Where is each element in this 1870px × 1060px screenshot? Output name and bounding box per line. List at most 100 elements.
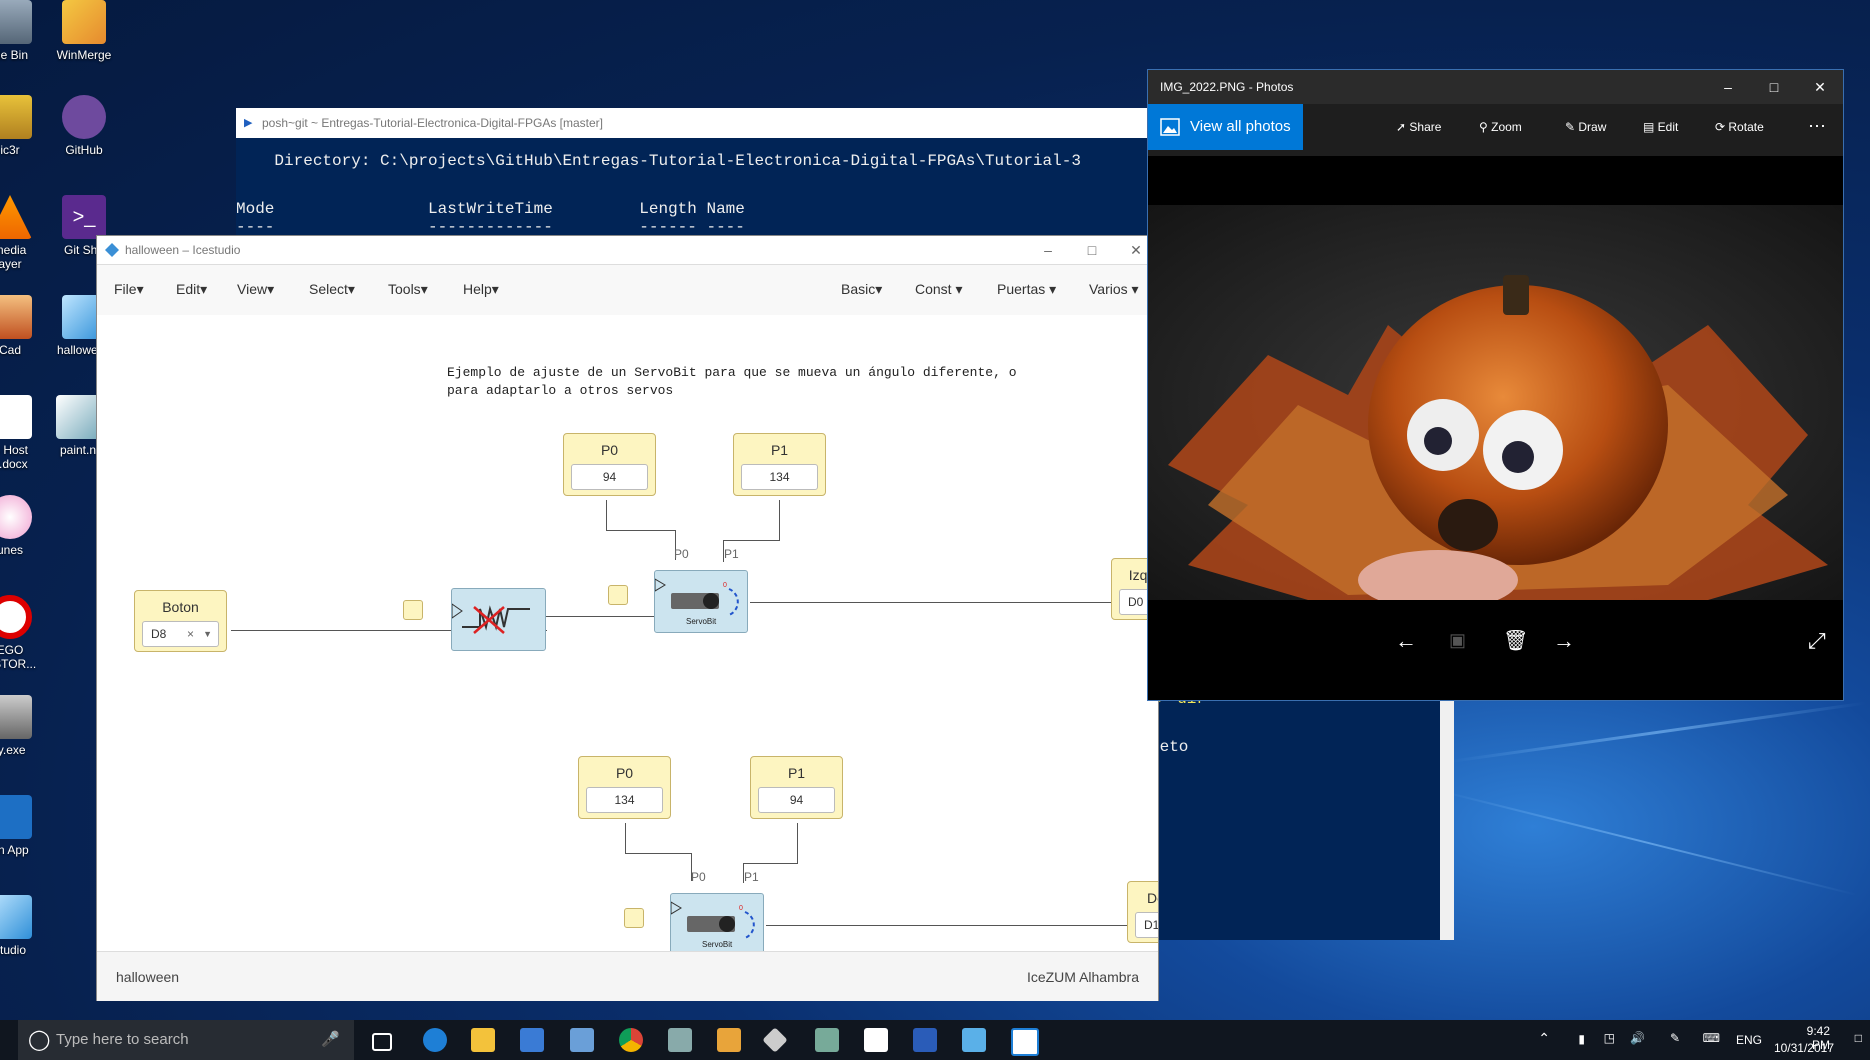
menu-const[interactable]: Const ▾ xyxy=(915,281,963,298)
winmerge-icon xyxy=(62,0,106,44)
image-viewer-icon[interactable] xyxy=(668,1028,692,1052)
mail-icon[interactable] xyxy=(864,1028,888,1052)
maximize-button[interactable]: □ xyxy=(1070,236,1114,264)
more-options-button[interactable]: ⋯ xyxy=(1808,116,1826,137)
show-hidden-icons[interactable]: ⌃ xyxy=(1538,1030,1550,1047)
desktop-icon-label: ty.exe xyxy=(0,743,26,757)
clock-date[interactable]: 10/31/2017 xyxy=(1774,1041,1834,1055)
menu-help[interactable]: Help▾ xyxy=(463,281,499,298)
file-explorer-icon[interactable] xyxy=(471,1028,495,1052)
output-block-derecho[interactable]: Derecho D1×▼ xyxy=(1127,881,1158,943)
block-value-input[interactable]: 134 xyxy=(741,464,818,490)
battery-icon[interactable]: ▮ xyxy=(1578,1032,1585,1046)
console-directory: Directory: C:\projects\GitHub\Entregas-T… xyxy=(236,152,1081,170)
photos-taskbar-icon[interactable] xyxy=(1011,1028,1039,1056)
menu-select-label: Select xyxy=(309,281,348,297)
view-all-photos-button[interactable]: View all photos xyxy=(1148,104,1303,150)
notifications-icon[interactable]: □ xyxy=(1855,1031,1862,1045)
constant-block-p1-bottom[interactable]: P1 94 xyxy=(750,756,843,819)
block-value-input[interactable]: 94 xyxy=(571,464,648,490)
menu-select[interactable]: Select▾ xyxy=(309,281,355,298)
clock-input-block[interactable] xyxy=(403,600,423,620)
constant-block-p0[interactable]: P0 94 xyxy=(563,433,656,496)
menu-file[interactable]: File▾ xyxy=(114,281,144,298)
menu-edit[interactable]: Edit▾ xyxy=(176,281,207,298)
debouncer-block[interactable] xyxy=(451,588,546,651)
menu-tools[interactable]: Tools▾ xyxy=(388,281,428,298)
language-indicator[interactable]: ENG xyxy=(1736,1033,1762,1047)
edit-button[interactable]: ▤ Edit xyxy=(1643,120,1678,134)
clock-input-block[interactable] xyxy=(608,585,628,605)
task-view-icon[interactable] xyxy=(372,1033,392,1051)
chrome-icon[interactable] xyxy=(619,1028,643,1052)
share-label: Share xyxy=(1409,120,1442,134)
next-arrow-icon[interactable]: → xyxy=(1553,628,1575,654)
desktop-icon-itunes[interactable]: unes xyxy=(0,495,60,557)
desktop-icon-icestudio[interactable]: studio xyxy=(0,895,60,957)
icestudio-taskbar-icon[interactable] xyxy=(962,1028,986,1052)
app-taskbar-icon[interactable] xyxy=(762,1027,788,1053)
desktop-icon-app[interactable]: on App xyxy=(0,795,60,857)
photos-window[interactable]: IMG_2022.PNG - Photos – □ ✕ View all pho… xyxy=(1148,70,1843,700)
block-value-input[interactable]: 94 xyxy=(758,787,835,813)
clock-input-block[interactable] xyxy=(624,908,644,928)
volume-icon[interactable]: 🔊 xyxy=(1630,1031,1645,1045)
minimize-button[interactable]: – xyxy=(1026,236,1070,264)
keyboard-icon[interactable]: ⌨ xyxy=(1703,1031,1720,1045)
photos-close-button[interactable]: ✕ xyxy=(1797,70,1843,104)
photos-minimize-button[interactable]: – xyxy=(1705,70,1751,104)
rotate-button[interactable]: ⟳ Rotate xyxy=(1715,120,1764,134)
share-button[interactable]: ➚ Share xyxy=(1396,120,1441,134)
taskbar-search-box[interactable]: ◯ Type here to search 🎤 xyxy=(18,1020,354,1060)
microphone-icon[interactable]: 🎤 xyxy=(321,1020,340,1060)
desktop-icon-lego[interactable]: EGO OSTOR... xyxy=(0,595,60,671)
store-icon[interactable] xyxy=(520,1028,544,1052)
slideshow-icon[interactable]: ▣ xyxy=(1449,630,1466,651)
icestudio-window[interactable]: halloween – Icestudio – □ ✕ File▾ Edit▾ … xyxy=(97,236,1158,1001)
photos-titlebar[interactable]: IMG_2022.PNG - Photos – □ ✕ xyxy=(1148,70,1843,104)
photos-maximize-button[interactable]: □ xyxy=(1751,70,1797,104)
previous-arrow-icon[interactable]: ← xyxy=(1395,628,1417,654)
draw-button[interactable]: ✎ Draw xyxy=(1565,120,1606,134)
wifi-icon[interactable]: ◳ xyxy=(1604,1031,1615,1045)
wire xyxy=(606,500,607,530)
pen-icon[interactable]: ✎ xyxy=(1670,1031,1680,1045)
clear-icon[interactable]: × xyxy=(187,622,194,646)
pin-select[interactable]: D1×▼ xyxy=(1135,912,1158,938)
zoom-button[interactable]: ⚲ Zoom xyxy=(1479,120,1522,134)
servo-icon: 0 ServoBit xyxy=(654,578,739,626)
menu-puertas[interactable]: Puertas ▾ xyxy=(997,281,1056,298)
desktop-icon-label: WinMerge xyxy=(56,48,112,62)
network-app-icon[interactable] xyxy=(570,1028,594,1052)
desktop-icon-github[interactable]: GitHub xyxy=(34,95,134,157)
powershell-window-lower[interactable]: > dir ieto > xyxy=(1150,690,1454,940)
pin-label-p1: P1 xyxy=(724,547,739,561)
constant-block-p0-bottom[interactable]: P0 134 xyxy=(578,756,671,819)
desktop-icon-putty[interactable]: ty.exe xyxy=(0,695,60,757)
circuit-canvas[interactable]: Ejemplo de ajuste de un ServoBit para qu… xyxy=(97,315,1158,951)
constant-block-p1[interactable]: P1 134 xyxy=(733,433,826,496)
powershell-window[interactable]: posh~git ~ Entregas-Tutorial-Electronica… xyxy=(236,108,1256,236)
powershell-taskbar-icon[interactable] xyxy=(913,1028,937,1052)
input-block-boton[interactable]: Boton D8 × ▼ xyxy=(134,590,227,652)
servobit-block[interactable]: 0 ServoBit xyxy=(654,570,748,633)
icestudio-titlebar[interactable]: halloween – Icestudio – □ ✕ xyxy=(97,236,1158,265)
fullscreen-icon[interactable]: ⤢ xyxy=(1808,628,1826,654)
menu-view[interactable]: View▾ xyxy=(237,281,274,298)
desktop-icon-label: GitHub xyxy=(65,143,103,157)
menu-varios[interactable]: Varios ▾ xyxy=(1089,281,1139,298)
dropdown-arrow-icon[interactable]: ▼ xyxy=(203,622,212,646)
edge-icon[interactable] xyxy=(423,1028,447,1052)
board-name[interactable]: IceZUM Alhambra xyxy=(1027,969,1139,985)
winmerge-taskbar-icon[interactable] xyxy=(717,1028,741,1052)
utility-taskbar-icon[interactable] xyxy=(815,1028,839,1052)
desktop-icon-winmerge[interactable]: WinMerge xyxy=(34,0,134,62)
servobit-block-bottom[interactable]: 0 ServoBit xyxy=(670,893,764,951)
menu-basic[interactable]: Basic▾ xyxy=(841,281,882,298)
wire xyxy=(797,823,798,863)
pin-select[interactable]: D8 × ▼ xyxy=(142,621,219,647)
delete-icon[interactable]: 🗑 xyxy=(1503,628,1528,653)
block-value-input[interactable]: 134 xyxy=(586,787,663,813)
console-scrollbar[interactable] xyxy=(1440,690,1454,940)
wire xyxy=(743,863,798,864)
